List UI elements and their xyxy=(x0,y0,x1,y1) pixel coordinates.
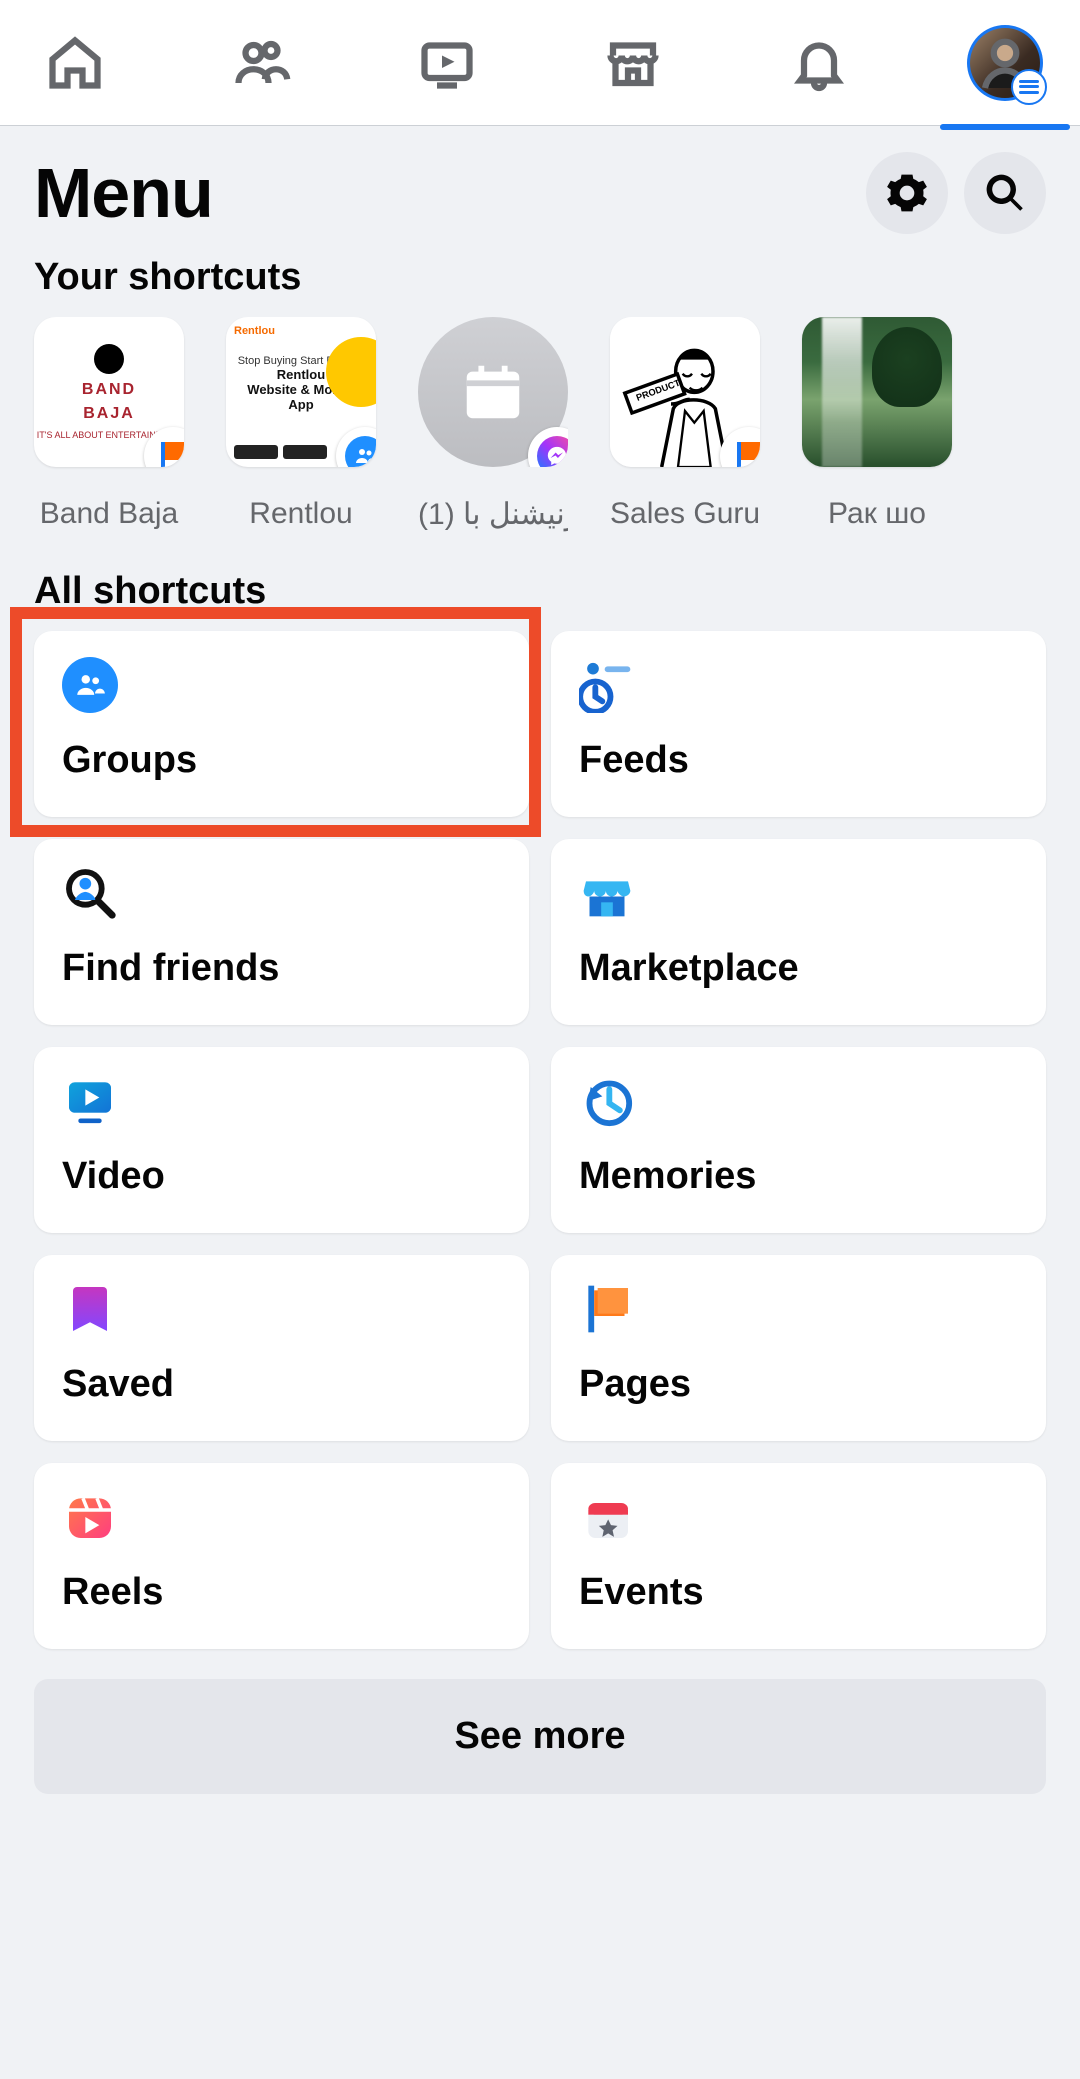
hamburger-badge-icon xyxy=(1011,69,1047,105)
card-video[interactable]: Video xyxy=(34,1047,529,1233)
card-label: Video xyxy=(62,1155,501,1198)
feeds-icon xyxy=(579,657,635,713)
home-icon xyxy=(45,33,105,93)
tab-friends[interactable] xyxy=(216,18,306,108)
card-label: Groups xyxy=(62,739,501,782)
top-nav xyxy=(0,0,1080,126)
bell-icon xyxy=(789,33,849,93)
card-reels[interactable]: Reels xyxy=(34,1463,529,1649)
all-shortcuts-heading: All shortcuts xyxy=(0,552,1080,631)
shortcut-thumb xyxy=(418,317,568,467)
shortcut-thumb: PRODUCT xyxy=(610,317,760,467)
card-label: Saved xyxy=(62,1363,501,1406)
your-shortcuts-heading: Your shortcuts xyxy=(0,252,1080,317)
card-marketplace[interactable]: Marketplace xyxy=(551,839,1046,1025)
events-icon xyxy=(579,1489,635,1545)
shortcut-international[interactable]: انٹرنیشنل با (1) xyxy=(418,317,568,532)
card-label: Pages xyxy=(579,1363,1018,1406)
menu-header: Menu xyxy=(0,126,1080,252)
shortcut-label: انٹرنیشنل با (1) xyxy=(418,497,568,532)
tab-marketplace[interactable] xyxy=(588,18,678,108)
shortcut-rak[interactable]: Рак шо xyxy=(802,317,952,532)
memories-icon xyxy=(579,1073,635,1129)
card-groups[interactable]: Groups xyxy=(34,631,529,817)
pages-icon xyxy=(579,1281,635,1337)
search-icon xyxy=(983,171,1027,215)
shortcut-thumb: Rentlou Stop Buying Start Renting Rentlo… xyxy=(226,317,376,467)
card-feeds[interactable]: Feeds xyxy=(551,631,1046,817)
see-more-button[interactable]: See more xyxy=(34,1679,1046,1794)
video-icon xyxy=(417,33,477,93)
calendar-icon xyxy=(458,357,528,427)
active-tab-indicator xyxy=(940,124,1070,130)
settings-button[interactable] xyxy=(866,152,948,234)
avatar xyxy=(967,25,1043,101)
card-label: Reels xyxy=(62,1571,501,1614)
shortcut-label: Band Baja xyxy=(34,497,184,531)
card-label: Events xyxy=(579,1571,1018,1614)
card-pages[interactable]: Pages xyxy=(551,1255,1046,1441)
card-label: Memories xyxy=(579,1155,1018,1198)
shortcut-thumb xyxy=(802,317,952,467)
all-shortcuts-grid: Groups Feeds Find friends Marketplace Vi xyxy=(0,631,1080,1649)
shortcut-thumb: BAND BAJA IT'S ALL ABOUT ENTERTAINMENT xyxy=(34,317,184,467)
shortcut-rentlou[interactable]: Rentlou Stop Buying Start Renting Rentlo… xyxy=(226,317,376,532)
video-icon xyxy=(62,1073,118,1129)
friends-icon xyxy=(231,33,291,93)
tab-profile-menu[interactable] xyxy=(960,18,1050,108)
reels-icon xyxy=(62,1489,118,1545)
search-button[interactable] xyxy=(964,152,1046,234)
shortcut-label: Sales Guru xyxy=(610,497,760,531)
page-title: Menu xyxy=(34,153,213,233)
marketplace-icon xyxy=(579,865,635,921)
card-label: Marketplace xyxy=(579,947,1018,990)
find-friends-icon xyxy=(62,865,118,921)
shortcut-sales-guru[interactable]: PRODUCT Sales Guru xyxy=(610,317,760,532)
groups-icon xyxy=(62,657,118,713)
saved-icon xyxy=(62,1281,118,1337)
card-find-friends[interactable]: Find friends xyxy=(34,839,529,1025)
gear-icon xyxy=(885,171,929,215)
shortcut-band-baja[interactable]: BAND BAJA IT'S ALL ABOUT ENTERTAINMENT B… xyxy=(34,317,184,532)
shortcuts-row: BAND BAJA IT'S ALL ABOUT ENTERTAINMENT B… xyxy=(0,317,1080,552)
card-events[interactable]: Events xyxy=(551,1463,1046,1649)
shortcut-label: Рак шо xyxy=(802,497,952,531)
card-memories[interactable]: Memories xyxy=(551,1047,1046,1233)
card-saved[interactable]: Saved xyxy=(34,1255,529,1441)
card-label: Find friends xyxy=(62,947,501,990)
tab-notifications[interactable] xyxy=(774,18,864,108)
card-label: Feeds xyxy=(579,739,1018,782)
marketplace-icon xyxy=(603,33,663,93)
tab-home[interactable] xyxy=(30,18,120,108)
tab-video[interactable] xyxy=(402,18,492,108)
shortcut-label: Rentlou xyxy=(226,497,376,531)
